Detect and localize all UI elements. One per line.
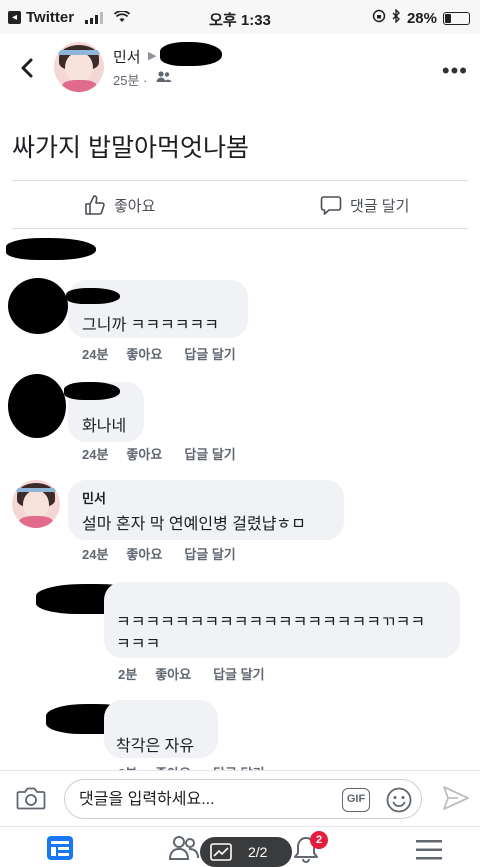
like-label: 좋아요	[114, 197, 156, 215]
divider	[12, 180, 468, 181]
camera-button[interactable]	[16, 785, 46, 816]
reply-text: ㅋㅋㅋㅋㅋㅋㅋㅋㅋㅋㅋㅋㅋㅋㅋㅋㅋㅋㄲㅋㅋ	[116, 614, 426, 631]
redacted-commenter-name	[64, 382, 120, 400]
friends-icon	[168, 836, 199, 860]
page-indicator-text: 2/2	[248, 844, 268, 860]
comment-composer: GIF	[0, 770, 480, 826]
emoji-button[interactable]	[385, 786, 413, 819]
redacted-scribble	[6, 238, 96, 260]
comment-bubble-icon	[320, 196, 342, 215]
comment-like-link[interactable]: 좋아요	[126, 344, 162, 363]
comment-reply-link[interactable]: 답글 달기	[184, 444, 235, 463]
hamburger-menu-icon	[416, 840, 442, 860]
smiley-icon	[386, 787, 412, 813]
divider	[12, 228, 468, 229]
news-feed-icon	[47, 836, 73, 860]
like-button[interactable]: 좋아요	[84, 190, 155, 220]
shared-to-arrow-icon: ▶	[148, 50, 157, 62]
comment-like-link[interactable]: 좋아요	[126, 544, 162, 563]
chart-icon	[210, 843, 232, 864]
comment-reply-link[interactable]: 답글 달기	[184, 544, 235, 563]
battery-percent: 28%	[406, 9, 437, 27]
more-options-icon[interactable]: •••	[442, 58, 468, 84]
redacted-commenter-name	[66, 288, 120, 304]
reply-text-continued: ㅋㅋㅋ	[116, 636, 161, 653]
post-text: 싸가지 밥말아먹엇나봄	[12, 134, 249, 162]
comment-text: 설마 혼자 막 연예인병 걸렸냡ㅎㅁ	[82, 516, 306, 533]
battery-icon	[443, 11, 470, 25]
post-time[interactable]: 25분 ·	[113, 70, 147, 89]
send-button[interactable]	[442, 785, 470, 816]
redacted-avatar	[8, 374, 66, 438]
status-bar: ◂ Twitter 오후 1:33 28%	[0, 0, 480, 34]
reply-meta: 2분 좋아요 답글 달기	[118, 664, 265, 683]
chevron-left-icon	[21, 58, 33, 78]
send-icon	[443, 786, 469, 810]
comment-time[interactable]: 24분	[82, 444, 108, 463]
redacted-avatar	[8, 278, 68, 334]
comment-text: 그니까 ㅋㅋㅋㅋㅋㅋ	[82, 317, 219, 334]
tab-news-feed[interactable]	[46, 835, 74, 866]
author-avatar[interactable]	[54, 42, 104, 92]
author-name[interactable]: 민서	[113, 46, 141, 67]
tab-menu[interactable]	[416, 839, 442, 866]
reply-text: 착각은 자유	[116, 738, 195, 755]
commenter-avatar[interactable]	[12, 480, 60, 528]
comment-button[interactable]: 댓글 달기	[320, 190, 409, 220]
back-button[interactable]	[16, 54, 38, 82]
comment-meta: 24분 좋아요 답글 달기	[82, 344, 236, 363]
post-header: 민서 ▶ 25분 · •••	[0, 34, 480, 110]
comment-reply-link[interactable]: 답글 달기	[184, 344, 235, 363]
comment-like-link[interactable]: 좋아요	[126, 444, 162, 463]
comment-meta: 24분 좋아요 답글 달기	[82, 544, 236, 563]
notification-badge: 2	[310, 831, 328, 849]
gif-button[interactable]: GIF	[342, 788, 370, 812]
reply-time[interactable]: 2분	[118, 664, 137, 683]
comment-text: 화나네	[82, 418, 127, 435]
redacted-recipient	[160, 42, 222, 66]
commenter-name[interactable]: 민서	[82, 488, 106, 507]
comment-time[interactable]: 24분	[82, 544, 108, 563]
tab-friends[interactable]	[168, 835, 200, 866]
comment-input-box[interactable]: GIF	[64, 779, 422, 819]
bluetooth-icon	[392, 8, 401, 27]
reply-reply-link[interactable]: 답글 달기	[213, 664, 264, 683]
friends-audience-icon	[156, 70, 172, 89]
bottom-tab-bar: 2/2 2	[0, 826, 480, 867]
comment-input[interactable]	[79, 788, 339, 812]
comment-time[interactable]: 24분	[82, 344, 108, 363]
page-indicator-pill[interactable]: 2/2	[200, 837, 292, 867]
thumbs-up-icon	[85, 195, 105, 215]
comment-meta: 24분 좋아요 답글 달기	[82, 444, 236, 463]
reply-like-link[interactable]: 좋아요	[155, 664, 191, 683]
comment-label: 댓글 달기	[350, 197, 410, 215]
orientation-lock-icon	[372, 9, 386, 27]
camera-icon	[16, 787, 46, 810]
